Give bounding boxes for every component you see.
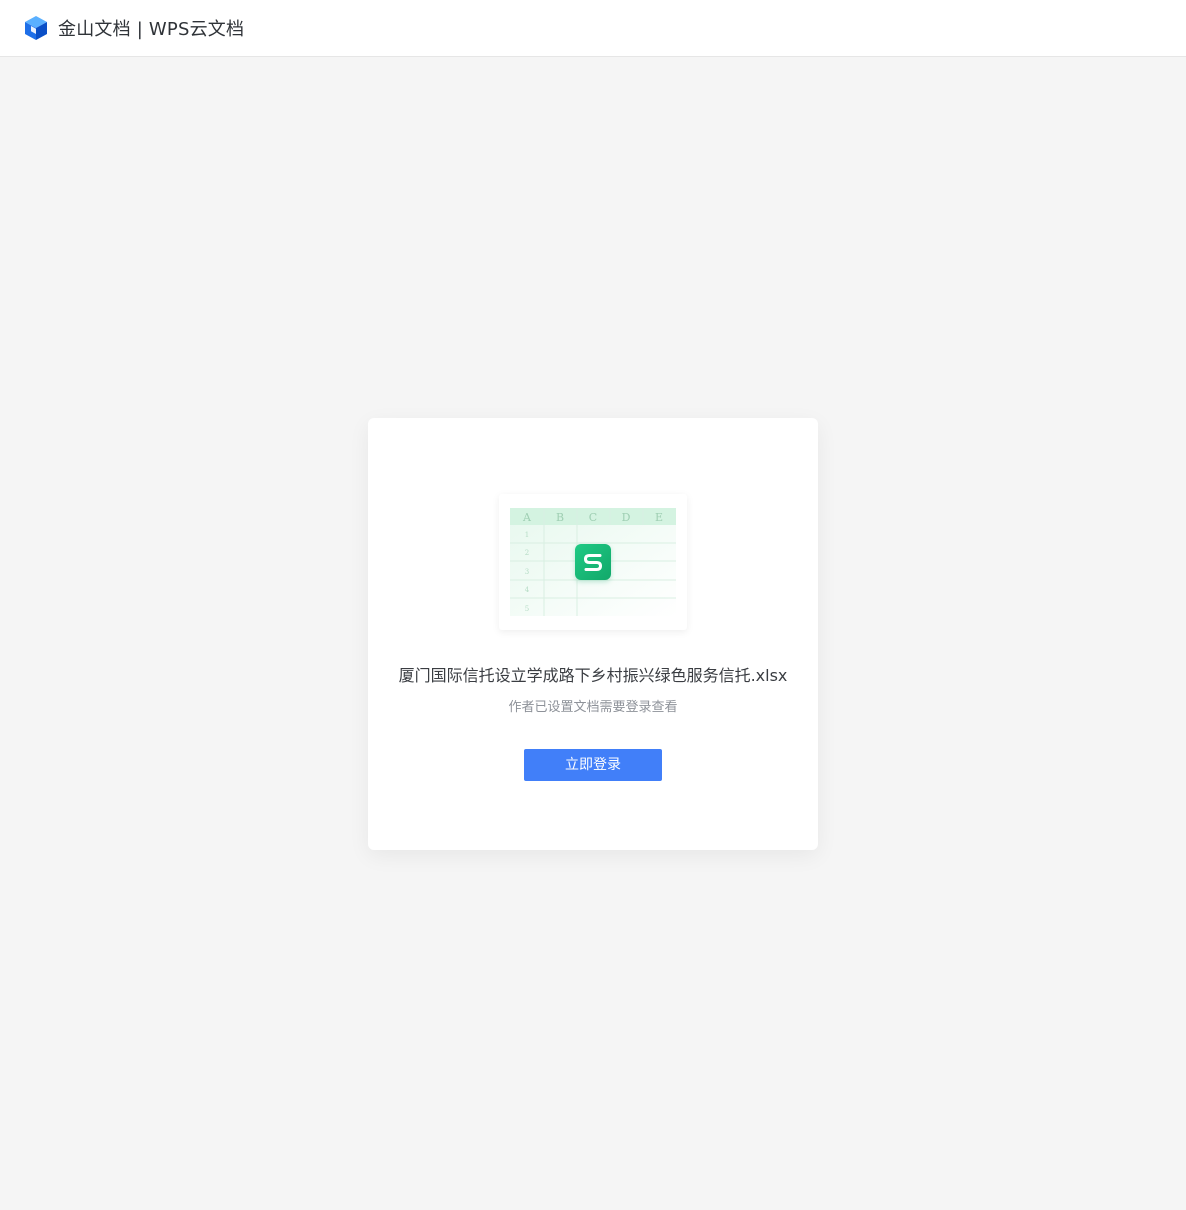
column-header: B bbox=[556, 511, 564, 524]
login-required-card: A B C D E 1 2 3 4 5 厦门国际信托设立学成路下乡村振兴绿色服务… bbox=[368, 418, 818, 850]
row-number: 2 bbox=[525, 549, 529, 557]
column-header: C bbox=[589, 511, 597, 524]
login-button[interactable]: 立即登录 bbox=[524, 749, 662, 781]
wps-cube-logo-icon bbox=[24, 15, 48, 41]
file-name: 厦门国际信托设立学成路下乡村振兴绿色服务信托.xlsx bbox=[398, 666, 788, 685]
login-hint: 作者已设置文档需要登录查看 bbox=[508, 700, 678, 715]
row-number: 5 bbox=[525, 605, 529, 613]
row-number: 3 bbox=[525, 568, 529, 576]
wps-spreadsheet-icon bbox=[575, 544, 611, 580]
row-number: 1 bbox=[525, 531, 529, 539]
brand-title: 金山文档 | WPS云文档 bbox=[58, 19, 245, 40]
top-bar: 金山文档 | WPS云文档 bbox=[0, 0, 1186, 57]
row-number: 4 bbox=[525, 586, 530, 594]
brand[interactable]: 金山文档 | WPS云文档 bbox=[24, 14, 244, 42]
spreadsheet-preview: A B C D E 1 2 3 4 5 bbox=[499, 494, 687, 630]
column-header: E bbox=[655, 511, 663, 524]
column-header: A bbox=[522, 511, 532, 524]
column-header: D bbox=[622, 511, 631, 524]
